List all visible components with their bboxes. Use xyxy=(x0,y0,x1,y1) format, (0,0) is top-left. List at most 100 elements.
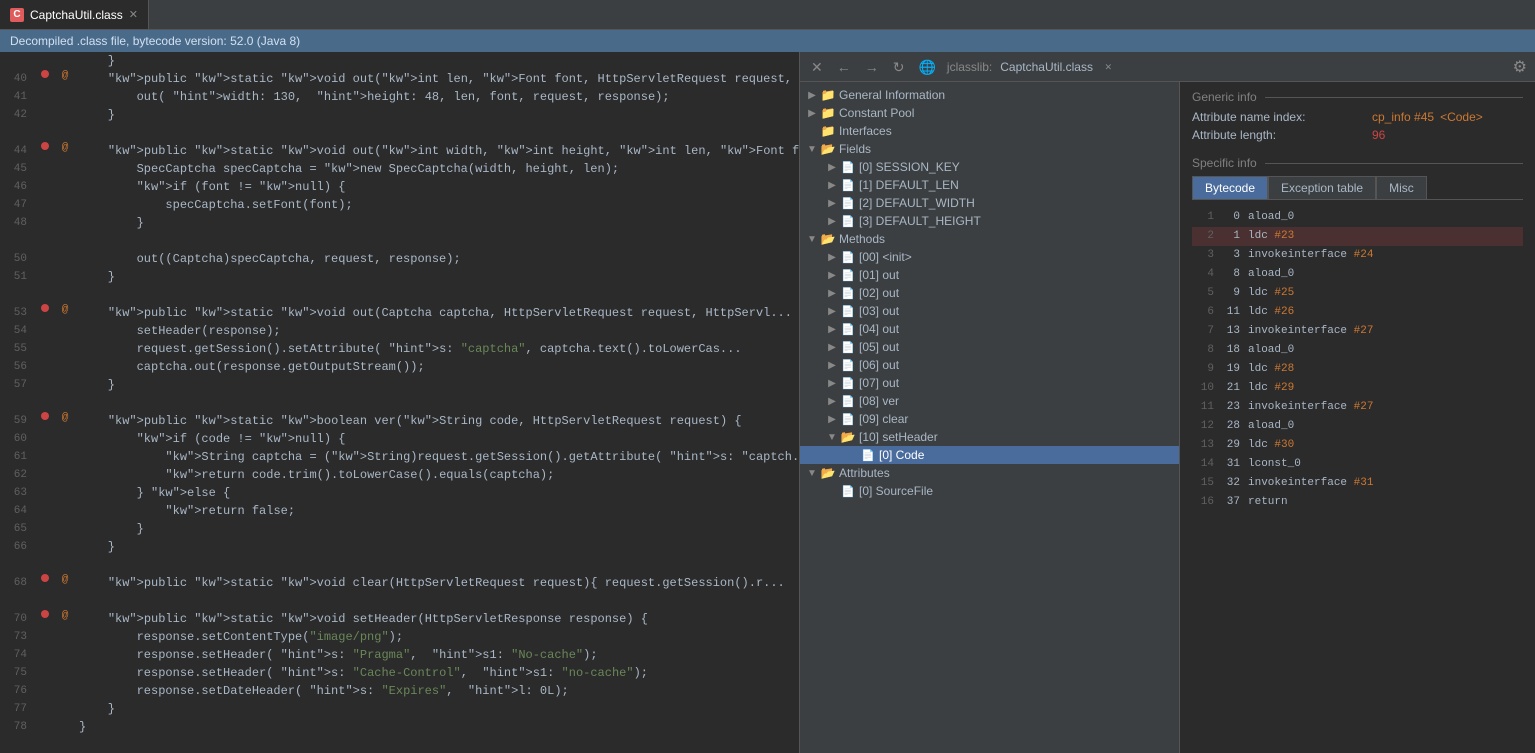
code-text: "kw">String captcha = ("kw">String)reque… xyxy=(75,448,799,466)
tab-bytecode[interactable]: Bytecode xyxy=(1192,176,1268,199)
tree-label: General Information xyxy=(839,88,1179,102)
tree-folder-icon: 📄 xyxy=(840,197,856,209)
tree-folder-icon: 📂 xyxy=(820,233,836,245)
tree-item-fields-2[interactable]: ▶📄[2] DEFAULT_WIDTH xyxy=(800,194,1179,212)
tree-item-general-info[interactable]: ▶📁General Information xyxy=(800,86,1179,104)
breakpoint-dot xyxy=(41,412,49,420)
tree-item-attributes[interactable]: ▼📂Attributes xyxy=(800,464,1179,482)
bc-offset: 9 xyxy=(1220,285,1248,302)
tree-item-fields-1[interactable]: ▶📄[1] DEFAULT_LEN xyxy=(800,176,1179,194)
tree-label: Constant Pool xyxy=(839,106,1179,120)
tree-item-methods[interactable]: ▼📂Methods xyxy=(800,230,1179,248)
tree-folder-icon: 📁 xyxy=(820,125,836,137)
notification-bar: Decompiled .class file, bytecode version… xyxy=(0,30,1535,52)
tree-item-methods-10[interactable]: ▼📂[10] setHeader xyxy=(800,428,1179,446)
code-text: "kw">if (font != "kw">null) { xyxy=(75,178,799,196)
tree-item-methods-05[interactable]: ▶📄[05] out xyxy=(800,338,1179,356)
tree-folder-icon: 📄 xyxy=(840,413,856,425)
bc-rownum: 7 xyxy=(1192,323,1220,340)
tree-item-interfaces[interactable]: 📁Interfaces xyxy=(800,122,1179,140)
line-number: 54 xyxy=(0,322,35,340)
line-number: 51 xyxy=(0,268,35,286)
editor-tab-label: CaptchaUtil.class xyxy=(30,8,123,22)
bc-rownum: 6 xyxy=(1192,304,1220,321)
bc-rownum: 9 xyxy=(1192,361,1220,378)
tree-item-methods-03[interactable]: ▶📄[03] out xyxy=(800,302,1179,320)
tree-item-methods-08[interactable]: ▶📄[08] ver xyxy=(800,392,1179,410)
code-line: 65 } xyxy=(0,520,799,538)
tree-item-methods-04[interactable]: ▶📄[04] out xyxy=(800,320,1179,338)
jclasslib-close[interactable]: ✕ xyxy=(1105,60,1112,74)
forward-btn[interactable]: → xyxy=(862,60,882,74)
class-icon: C xyxy=(10,8,24,22)
globe-btn[interactable]: 🌐 xyxy=(915,60,938,74)
tree-folder-icon: 📄 xyxy=(840,305,856,317)
back-btn[interactable]: ← xyxy=(834,60,854,74)
tree-item-methods-02[interactable]: ▶📄[02] out xyxy=(800,284,1179,302)
refresh-btn[interactable]: ↻ xyxy=(890,60,908,74)
at-sign: @ xyxy=(62,412,69,424)
bc-rownum: 2 xyxy=(1192,228,1220,245)
at-col: @ xyxy=(55,412,75,424)
tree-item-methods-00[interactable]: ▶📄[00] <init> xyxy=(800,248,1179,266)
tree-item-methods-10-code[interactable]: 📄[0] Code xyxy=(800,446,1179,464)
editor-tab-close[interactable]: ✕ xyxy=(129,8,138,21)
tree-arrow: ▼ xyxy=(824,432,840,443)
tree-item-fields-3[interactable]: ▶📄[3] DEFAULT_HEIGHT xyxy=(800,212,1179,230)
at-sign: @ xyxy=(62,304,69,316)
code-text: specCaptcha.setFont(font); xyxy=(75,196,799,214)
code-area[interactable]: }40@ "kw">public "kw">static "kw">void o… xyxy=(0,52,799,753)
attr-name-link[interactable]: cp_info #45 xyxy=(1372,110,1434,124)
line-number: 59 xyxy=(0,412,35,430)
bc-offset: 19 xyxy=(1220,361,1248,378)
editor-tab[interactable]: C CaptchaUtil.class ✕ xyxy=(0,0,149,29)
breakpoint-dot xyxy=(41,610,49,618)
tree-item-methods-09[interactable]: ▶📄[09] clear xyxy=(800,410,1179,428)
tree-label: [1] DEFAULT_LEN xyxy=(859,178,1179,192)
tree-folder-icon: 📂 xyxy=(820,467,836,479)
tree-item-methods-06[interactable]: ▶📄[06] out xyxy=(800,356,1179,374)
tree-folder-icon: 📄 xyxy=(840,161,856,173)
tab-exception-table[interactable]: Exception table xyxy=(1268,176,1376,199)
bytecode-row: 1228aload_0 xyxy=(1192,417,1523,436)
tree-label: Fields xyxy=(839,142,1179,156)
tree-folder-icon: 📄 xyxy=(840,179,856,191)
tree-item-attributes-0[interactable]: 📄[0] SourceFile xyxy=(800,482,1179,500)
bc-instruction: ldc #25 xyxy=(1248,285,1523,302)
tree-item-fields[interactable]: ▼📂Fields xyxy=(800,140,1179,158)
bc-instruction: ldc #23 xyxy=(1248,228,1523,245)
code-text: "kw">return code.trim().toLowerCase().eq… xyxy=(75,466,799,484)
bc-rownum: 14 xyxy=(1192,456,1220,473)
line-number: 66 xyxy=(0,538,35,556)
code-text: } xyxy=(75,52,799,70)
tree-label: Interfaces xyxy=(839,124,1179,138)
breakpoint-dot xyxy=(41,574,49,582)
tab-misc[interactable]: Misc xyxy=(1376,176,1427,199)
line-number: 42 xyxy=(0,106,35,124)
bc-rownum: 13 xyxy=(1192,437,1220,454)
tree-item-constant-pool[interactable]: ▶📁Constant Pool xyxy=(800,104,1179,122)
bc-rownum: 1 xyxy=(1192,209,1220,226)
tree-arrow: ▶ xyxy=(824,378,840,389)
line-number: 57 xyxy=(0,376,35,394)
tree-item-methods-07[interactable]: ▶📄[07] out xyxy=(800,374,1179,392)
tree-arrow: ▶ xyxy=(824,414,840,425)
code-text: response.setContentType("image/png"); xyxy=(75,628,799,646)
tree-item-fields-0[interactable]: ▶📄[0] SESSION_KEY xyxy=(800,158,1179,176)
bc-instruction: invokeinterface #31 xyxy=(1248,475,1523,492)
code-line: 74 response.setHeader( "hint">s: "Pragma… xyxy=(0,646,799,664)
line-number: 46 xyxy=(0,178,35,196)
bc-offset: 11 xyxy=(1220,304,1248,321)
jclasslib-header: ✕ ← → ↻ 🌐 jclasslib: CaptchaUtil.class ✕… xyxy=(800,52,1535,82)
code-line: 62 "kw">return code.trim().toLowerCase()… xyxy=(0,466,799,484)
tree-item-methods-01[interactable]: ▶📄[01] out xyxy=(800,266,1179,284)
code-text: setHeader(response); xyxy=(75,322,799,340)
generic-info-title: Generic info xyxy=(1192,90,1523,104)
bc-rownum: 15 xyxy=(1192,475,1220,492)
close-btn[interactable]: ✕ xyxy=(808,60,826,74)
tree-panel[interactable]: ▶📁General Information▶📁Constant Pool📁Int… xyxy=(800,82,1180,753)
code-text: "kw">public "kw">static "kw">void out("k… xyxy=(75,70,799,88)
bc-instruction: return xyxy=(1248,494,1523,511)
settings-btn[interactable]: ⚙ xyxy=(1513,57,1527,77)
info-panel: Generic info Attribute name index: cp_in… xyxy=(1180,82,1535,753)
